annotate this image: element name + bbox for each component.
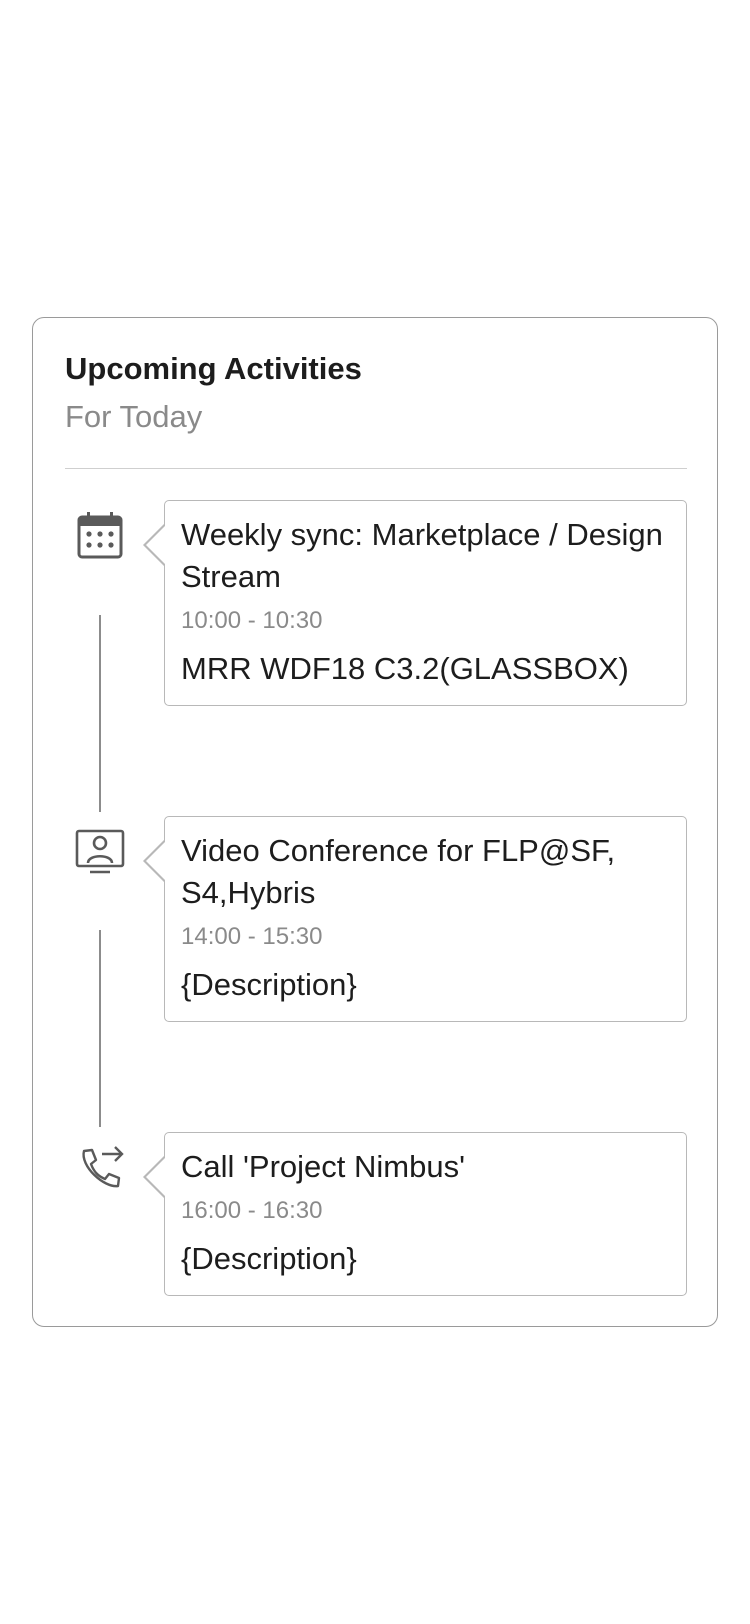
activity-time: 14:00 - 15:30 — [181, 923, 323, 950]
activity-title: Call 'Project Nimbus' — [181, 1149, 466, 1184]
activity-time: 16:00 - 16:30 — [181, 1197, 323, 1224]
activity-item[interactable]: Video Conference for FLP@SF, S4,Hybris 1… — [143, 816, 687, 1022]
activity-item[interactable]: Call 'Project Nimbus' 16:00 - 16:30 {Des… — [143, 1132, 687, 1296]
upcoming-activities-card: Upcoming Activities For Today Weekly syn… — [32, 317, 718, 1327]
outgoing-call-icon — [74, 1142, 126, 1194]
card-title: Upcoming Activities — [65, 351, 362, 386]
card-subtitle: For Today — [65, 399, 203, 434]
calendar-icon — [74, 509, 126, 561]
timeline-connector — [99, 930, 101, 1127]
video-conference-icon — [74, 826, 126, 878]
activity-title: Video Conference for FLP@SF, S4,Hybris — [181, 833, 616, 910]
activity-description: {Description} — [181, 1241, 357, 1276]
activity-title: Weekly sync: Marketplace / Design Stream — [181, 517, 663, 594]
activity-description: MRR WDF18 C3.2(GLASSBOX) — [181, 651, 629, 686]
activity-description: {Description} — [181, 967, 357, 1002]
timeline-connector — [99, 615, 101, 812]
activity-time: 10:00 - 10:30 — [181, 607, 323, 634]
activity-item[interactable]: Weekly sync: Marketplace / Design Stream… — [143, 500, 687, 706]
header-divider — [65, 468, 687, 469]
